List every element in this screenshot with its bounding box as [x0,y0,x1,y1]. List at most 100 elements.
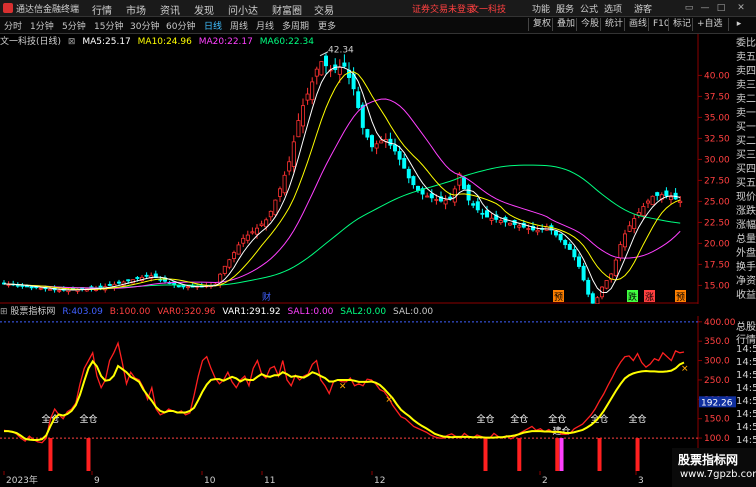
candle-body [646,200,651,204]
candle-body [434,199,439,201]
candle-body [461,177,466,190]
stats-button[interactable]: 统计 [600,18,627,31]
tab-60min[interactable]: 60分钟 [166,19,195,32]
candle-body [415,185,420,191]
price-tick-label: 32.50 [704,134,730,144]
candle-body [489,217,494,221]
indicator-tick-label: 250.0 [704,376,730,386]
guest-label[interactable]: 游客 [634,2,652,15]
candle-body [291,141,296,167]
adjust-button[interactable]: 复权 [528,18,555,31]
tab-daily[interactable]: 日线 [204,19,222,32]
candle-body [526,228,531,230]
tab-15min[interactable]: 15分钟 [94,19,123,32]
menu-trade[interactable]: 交易 [314,2,334,17]
price-chart[interactable]: 40.00 37.50 35.00 32.50 30.00 27.50 25.00 22.50… [0,34,736,304]
app-logo-icon [3,3,13,13]
signal-bar [555,438,560,471]
signal-label: 全仓 [510,413,528,425]
tab-1min[interactable]: 1分钟 [30,19,54,32]
candle-body [314,68,319,77]
overlay-button[interactable]: 叠加 [552,18,579,31]
candle-body [236,244,241,255]
signal-bar [86,438,91,471]
tab-multi-period[interactable]: 多周期 [282,19,309,32]
candle-body [618,244,623,259]
maximize-icon[interactable]: □ [716,3,726,13]
candle-body [379,140,384,144]
candle-body [300,105,305,127]
high-label: 42.34 [328,46,354,56]
candle-body [392,144,397,152]
candle-body [581,265,586,281]
menu-quotes[interactable]: 行情 [92,2,112,17]
menu-market[interactable]: 市场 [126,2,146,17]
candle-body [484,210,489,218]
candle-body [250,231,255,234]
login-notice[interactable]: 证券交易未登录 [412,2,475,15]
menu-wealth[interactable]: 财富圈 [272,2,302,17]
price-tick-label: 25.00 [704,197,730,207]
indicator-tick-label: 350.0 [704,337,730,347]
tab-5min[interactable]: 5分钟 [62,19,86,32]
candle-body [117,281,122,284]
candle-body [466,184,471,201]
current-value-label: 192.26 [701,398,733,408]
toolbar: 分时 1分钟 5分钟 15分钟 30分钟 60分钟 日线 周线 月线 多周期 更… [0,17,756,34]
x-tick-label: 11 [264,476,275,486]
quote-field-label: 卖五 [736,52,756,63]
candle-body [365,129,370,138]
quote-field-label: 总量 [736,234,756,245]
price-tick-label: 30.00 [704,155,730,165]
marker-icon: ✕ [385,396,393,406]
candle-body [563,240,568,246]
signal-bar [48,438,53,471]
tab-timeshare[interactable]: 分时 [4,19,22,32]
app-name: 通达信金融终端 [16,5,80,15]
restore-icon[interactable]: ▭ [684,3,694,13]
menu-ask[interactable]: 问小达 [228,2,258,17]
menu-discover[interactable]: 发现 [194,2,214,17]
tick-time-label: 14:56 [736,396,756,407]
tab-monthly[interactable]: 月线 [256,19,274,32]
price-tick-label: 40.00 [704,71,730,81]
quote-field-label: 换手 [736,262,756,273]
candle-body [231,252,236,259]
candle-body [296,120,301,138]
candle-body [480,212,485,215]
candle-body [337,66,342,75]
quote-field-label: 净资 [736,276,756,287]
x-tick-label: 10 [204,476,216,486]
menu-news[interactable]: 资讯 [160,2,180,17]
candle-body [254,227,259,235]
candle-body [374,143,379,149]
event-tag-label: 财 [262,291,271,303]
quote-field-label: 收益 [736,290,756,301]
mark-button[interactable]: 标记 [668,18,695,31]
today-stock-button[interactable]: 今股 [576,18,603,31]
watermark-url: www.7gpzb.com [680,469,756,480]
menu-functions[interactable]: 功能 [532,2,550,15]
candle-body [507,222,512,226]
indicator-chart[interactable]: 400.00350.0300.0250.0200.0150.0100.050.0… [0,316,736,471]
candle-body [282,174,287,194]
tab-30min[interactable]: 30分钟 [130,19,159,32]
panel-toggle-icon[interactable]: ▸ [728,18,749,31]
tab-more[interactable]: 更多 [318,19,336,32]
minimize-icon[interactable]: — [700,3,710,13]
candle-body [425,195,430,198]
menu-options[interactable]: 选项 [604,2,622,15]
tab-weekly[interactable]: 周线 [230,19,248,32]
candle-body [471,203,476,206]
candle-body [517,225,522,228]
draw-line-button[interactable]: 画线 [624,18,651,31]
menu-services[interactable]: 服务 [556,2,574,15]
quote-field-label: 涨跌 [736,206,756,217]
price-tick-label: 35.00 [704,113,730,123]
menu-formula[interactable]: 公式 [580,2,598,15]
stock-link[interactable]: 文一科技 [470,2,506,15]
candle-body [613,259,618,276]
add-watchlist-button[interactable]: +自选 [692,18,727,31]
close-icon[interactable]: ✕ [736,3,746,13]
quote-field-label: 卖二 [736,94,756,105]
